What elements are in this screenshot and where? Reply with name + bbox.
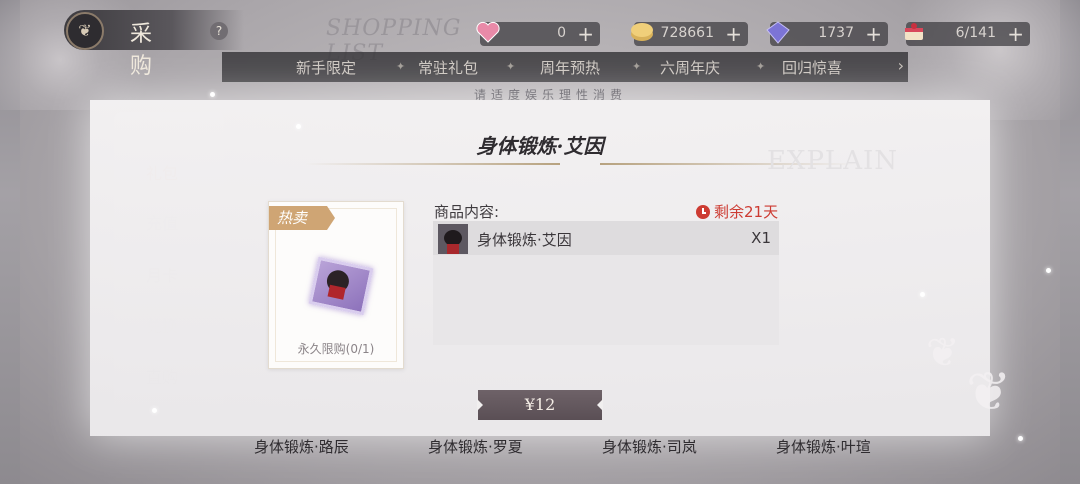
diamond-icon: [766, 21, 790, 44]
currency-diamond: 1737 +: [766, 21, 888, 46]
sparkle-icon: [296, 124, 301, 129]
buy-price-button[interactable]: ¥12: [477, 390, 603, 420]
tab-scroll-arrow-icon[interactable]: ›: [898, 56, 904, 75]
tab-divider-icon: ✦: [396, 60, 406, 73]
add-stamina-button[interactable]: +: [1007, 22, 1024, 46]
clock-icon: [696, 205, 710, 219]
product-card: 热卖 永久限购(0/1): [268, 201, 404, 369]
sparkle-icon: [1018, 436, 1023, 441]
tab-return-surprise[interactable]: 回归惊喜: [782, 57, 842, 78]
bottom-item-name[interactable]: 身体锻炼·罗夏: [428, 436, 523, 457]
sparkle-icon: [1046, 268, 1051, 273]
currency-value: 0: [557, 25, 566, 41]
content-label: 商品内容:: [434, 203, 500, 221]
tab-divider-icon: ✦: [632, 60, 642, 73]
currency-value: 1737: [818, 25, 854, 41]
tab-sixth-anniversary[interactable]: 六周年庆: [660, 57, 720, 78]
purchase-limit: 永久限购(0/1): [297, 342, 375, 356]
item-thumbnail-icon: [438, 224, 468, 254]
content-list: 身体锻炼·艾因 X1: [433, 221, 779, 345]
sparkle-icon: [920, 292, 925, 297]
add-diamond-button[interactable]: +: [865, 22, 882, 46]
remaining-time: 剩余21天: [696, 201, 778, 222]
bottom-item-name[interactable]: 身体锻炼·路辰: [254, 436, 349, 457]
currency-stamina: 6/141 +: [905, 22, 1030, 46]
item-quantity: X1: [751, 229, 771, 247]
currency-pink-heart: 0 +: [476, 21, 600, 46]
add-pink-heart-button[interactable]: +: [577, 22, 594, 46]
pink-heart-icon: [476, 21, 500, 43]
list-item: 身体锻炼·艾因 X1: [433, 221, 779, 255]
item-name: 身体锻炼·艾因: [477, 231, 572, 249]
help-icon[interactable]: ?: [210, 22, 228, 40]
cake-icon: [905, 23, 923, 40]
back-butterfly-icon[interactable]: ❦: [66, 12, 104, 50]
hot-badge: 热卖: [269, 206, 335, 230]
currency-value: 728661: [660, 25, 714, 41]
tab-bar: 新手限定 ✦ 常驻礼包 ✦ 周年预热 ✦ 六周年庆 ✦ 回归惊喜 ›: [222, 52, 908, 82]
bottom-item-name[interactable]: 身体锻炼·司岚: [602, 436, 697, 457]
title-divider-left: [305, 163, 560, 165]
add-gold-coin-button[interactable]: +: [725, 22, 742, 46]
tab-divider-icon: ✦: [756, 60, 766, 73]
butterfly-icon: ❦: [966, 360, 1012, 423]
tab-anniversary-preview[interactable]: 周年预热: [540, 57, 600, 78]
tab-divider-icon: ✦: [506, 60, 516, 73]
explain-watermark: EXPLAIN: [766, 146, 898, 176]
sparkle-icon: [210, 92, 215, 97]
butterfly-icon: ❦: [926, 330, 960, 376]
remaining-time-text: 剩余21天: [714, 203, 779, 221]
bottom-item-name[interactable]: 身体锻炼·叶瑄: [776, 436, 871, 457]
page-title: 采购: [130, 22, 155, 79]
tab-regular-packs[interactable]: 常驻礼包: [418, 57, 478, 78]
sparkle-icon: [152, 408, 157, 413]
gold-coin-icon: [631, 23, 653, 41]
currency-gold-coin: 728661 +: [631, 22, 748, 46]
purchase-modal: 身体锻炼·艾因 EXPLAIN 热卖 永久限购(0/1) 商品内容: 剩余21天…: [90, 100, 990, 436]
tab-newbie-limited[interactable]: 新手限定: [296, 57, 356, 78]
currency-value: 6/141: [955, 25, 996, 41]
